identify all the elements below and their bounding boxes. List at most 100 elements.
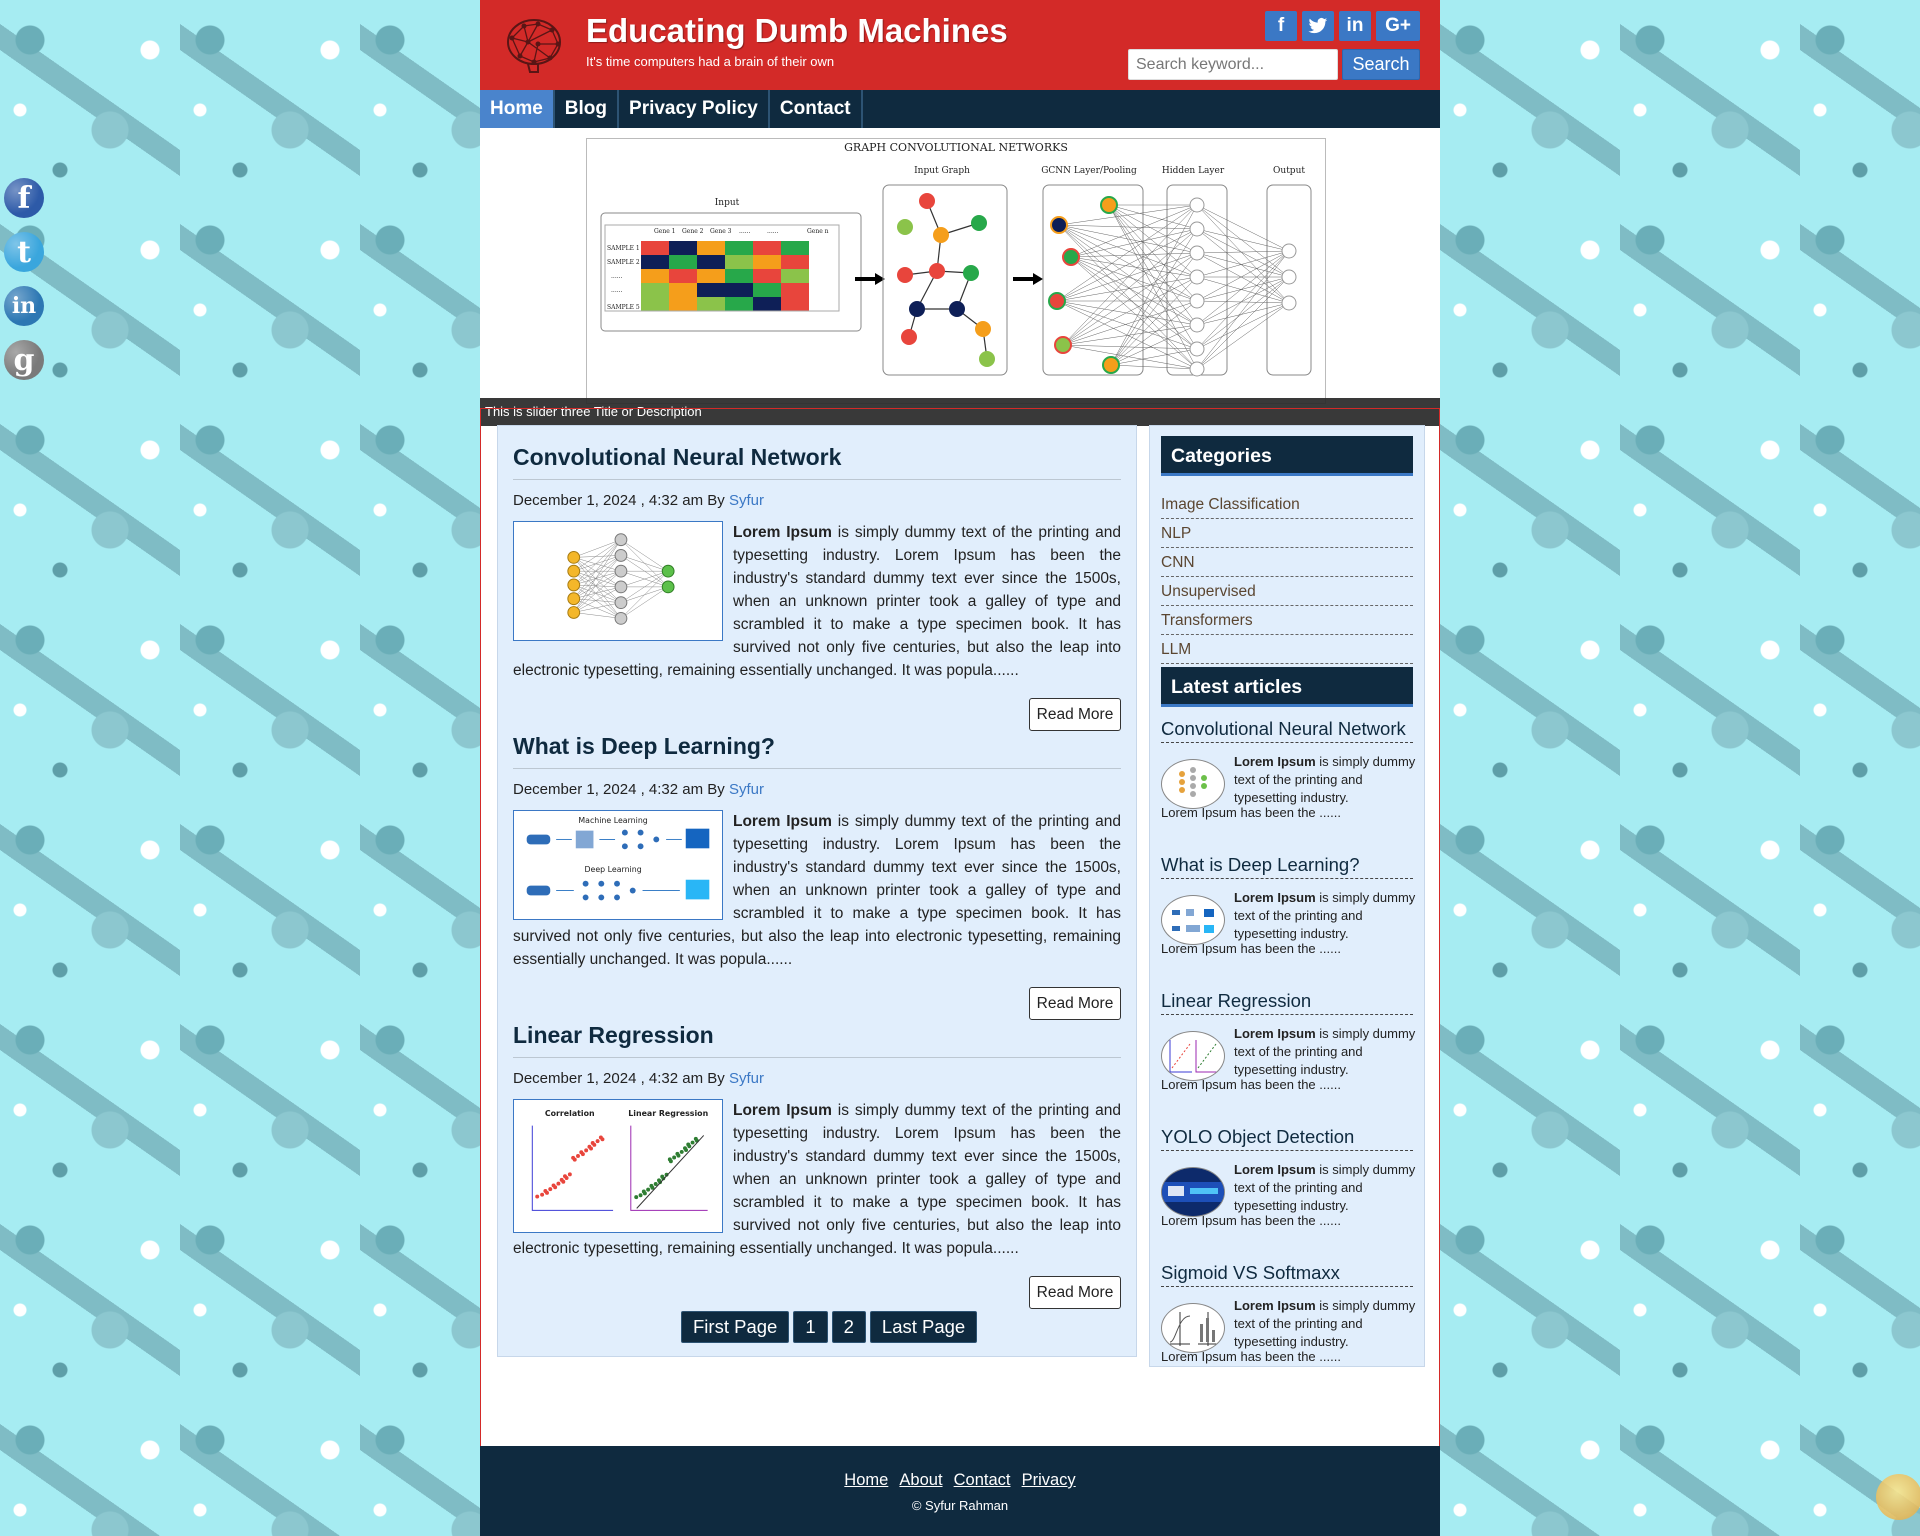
- latest-article-thumbnail[interactable]: [1161, 1303, 1225, 1353]
- heatmap-cell: [781, 269, 809, 283]
- scatter-point: [590, 1141, 595, 1145]
- heatmap-cell: [669, 297, 697, 311]
- post-meta: December 1, 2024 , 4:32 am By Syfur: [513, 1070, 764, 1087]
- diagram-label-input: Input: [715, 198, 740, 208]
- scatter-point: [579, 1150, 584, 1155]
- post-title[interactable]: Linear Regression: [513, 1016, 1121, 1058]
- scatter-point: [634, 1195, 639, 1200]
- post-excerpt: Lorem Ipsum is simply dummy text of the …: [513, 521, 1121, 682]
- scatter-point: [587, 1144, 592, 1149]
- latest-article: What is Deep Learning? Lorem Ipsum is si…: [1161, 854, 1415, 975]
- author-link[interactable]: Syfur: [729, 492, 764, 509]
- latest-article-title[interactable]: Convolutional Neural Network: [1161, 718, 1413, 743]
- footer-link-contact[interactable]: Contact: [954, 1471, 1011, 1489]
- heatmap-cell: [669, 269, 697, 283]
- latest-article-title[interactable]: What is Deep Learning?: [1161, 854, 1413, 879]
- heatmap-cell: [781, 283, 809, 297]
- heatmap-cell: [781, 297, 809, 311]
- heatmap-cell: [753, 283, 781, 297]
- latest-article-title[interactable]: Linear Regression: [1161, 990, 1413, 1015]
- nav-privacy-policy[interactable]: Privacy Policy: [619, 90, 770, 128]
- hidden-node: [1189, 293, 1205, 309]
- diagram-label-hidden: Hidden Layer: [1162, 166, 1225, 176]
- latest-article-title[interactable]: Sigmoid VS Softmaxx: [1161, 1262, 1413, 1287]
- scatter-point: [540, 1192, 545, 1197]
- nav-blog[interactable]: Blog: [555, 90, 620, 128]
- latest-article-thumbnail[interactable]: [1161, 759, 1225, 809]
- linkedin-icon[interactable]: in: [1339, 11, 1371, 41]
- footer-link-home[interactable]: Home: [844, 1471, 888, 1489]
- latest-article: Sigmoid VS Softmaxx Lorem Ipsum is simpl…: [1161, 1262, 1415, 1383]
- svg-text:Machine Learning: Machine Learning: [578, 816, 647, 825]
- post-list: Convolutional Neural Network December 1,…: [497, 425, 1137, 1357]
- google-icon[interactable]: g: [4, 340, 44, 380]
- hidden-node: [614, 580, 628, 594]
- heatmap-cell: [697, 241, 725, 255]
- first-page-button[interactable]: First Page: [681, 1311, 790, 1343]
- scroll-to-top-button[interactable]: [1876, 1474, 1920, 1520]
- post-thumbnail[interactable]: Correlation Linear Regression: [513, 1099, 723, 1233]
- heatmap-cell: [697, 297, 725, 311]
- page-2-button[interactable]: 2: [831, 1311, 866, 1343]
- side-social-bar: f t in g: [4, 178, 48, 394]
- category-item[interactable]: CNN: [1161, 548, 1413, 577]
- heatmap-cell: [641, 283, 669, 297]
- category-item[interactable]: Image Classification: [1161, 490, 1413, 519]
- nav-contact[interactable]: Contact: [770, 90, 863, 128]
- facebook-icon[interactable]: f: [4, 178, 44, 218]
- category-item[interactable]: Transformers: [1161, 606, 1413, 635]
- svg-text:......: ......: [611, 273, 623, 280]
- category-item[interactable]: LLM: [1161, 635, 1413, 664]
- nav-home[interactable]: Home: [480, 90, 555, 128]
- heatmap-cell: [781, 255, 809, 269]
- page-1-button[interactable]: 1: [793, 1311, 828, 1343]
- scatter-point: [595, 1139, 600, 1144]
- heatmap-cell: [641, 269, 669, 283]
- heatmap-cell: [641, 241, 669, 255]
- copyright: © Syfur Rahman: [911, 1498, 1009, 1513]
- twitter-icon[interactable]: [1302, 11, 1334, 41]
- heatmap-cell: [641, 297, 669, 311]
- latest-article-thumbnail[interactable]: [1161, 1167, 1225, 1217]
- heatmap-cell: [753, 269, 781, 283]
- hidden-node: [1189, 221, 1205, 237]
- scatter-point: [556, 1181, 561, 1186]
- post-item: Convolutional Neural Network December 1,…: [513, 438, 1121, 731]
- twitter-icon[interactable]: t: [4, 232, 44, 272]
- category-item[interactable]: NLP: [1161, 519, 1413, 548]
- post-thumbnail[interactable]: [513, 521, 723, 641]
- heatmap-cell: [669, 255, 697, 269]
- author-link[interactable]: Syfur: [729, 1070, 764, 1087]
- latest-article-thumbnail[interactable]: [1161, 1031, 1225, 1081]
- image-slider[interactable]: GRAPH CONVOLUTIONAL NETWORKS Input Input…: [480, 128, 1440, 426]
- facebook-icon[interactable]: f: [1265, 11, 1297, 41]
- post-title[interactable]: What is Deep Learning?: [513, 727, 1121, 769]
- svg-text:Gene 1: Gene 1: [654, 228, 675, 235]
- scatter-point: [679, 1149, 684, 1154]
- footer-link-privacy[interactable]: Privacy: [1022, 1471, 1076, 1489]
- site-title[interactable]: Educating Dumb Machines: [586, 12, 1008, 50]
- hidden-node: [614, 533, 628, 547]
- heatmap-cell: [725, 255, 753, 269]
- search-input[interactable]: [1128, 49, 1338, 80]
- last-page-button[interactable]: Last Page: [869, 1311, 978, 1343]
- hidden-node: [614, 611, 628, 625]
- post-title[interactable]: Convolutional Neural Network: [513, 438, 1121, 480]
- output-node: [661, 564, 675, 578]
- heatmap-cell: [753, 241, 781, 255]
- pagination: First Page 1 2 Last Page: [681, 1311, 978, 1343]
- read-more-button[interactable]: Read More: [1029, 1276, 1121, 1309]
- svg-text:SAMPLE 2: SAMPLE 2: [607, 259, 640, 266]
- linkedin-icon[interactable]: in: [4, 286, 44, 326]
- search-button[interactable]: Search: [1342, 49, 1420, 80]
- latest-article-title[interactable]: YOLO Object Detection: [1161, 1126, 1413, 1151]
- latest-article-tail: Lorem Ipsum has been the ......: [1161, 1077, 1341, 1092]
- category-item[interactable]: Unsupervised: [1161, 577, 1413, 606]
- latest-article-thumbnail[interactable]: [1161, 895, 1225, 945]
- footer-link-about[interactable]: About: [899, 1471, 942, 1489]
- post-thumbnail[interactable]: Machine Learning Deep Learning: [513, 810, 723, 920]
- google-plus-icon[interactable]: G+: [1376, 11, 1420, 41]
- author-link[interactable]: Syfur: [729, 781, 764, 798]
- heatmap-cell: [781, 241, 809, 255]
- brain-logo-icon[interactable]: [504, 14, 564, 74]
